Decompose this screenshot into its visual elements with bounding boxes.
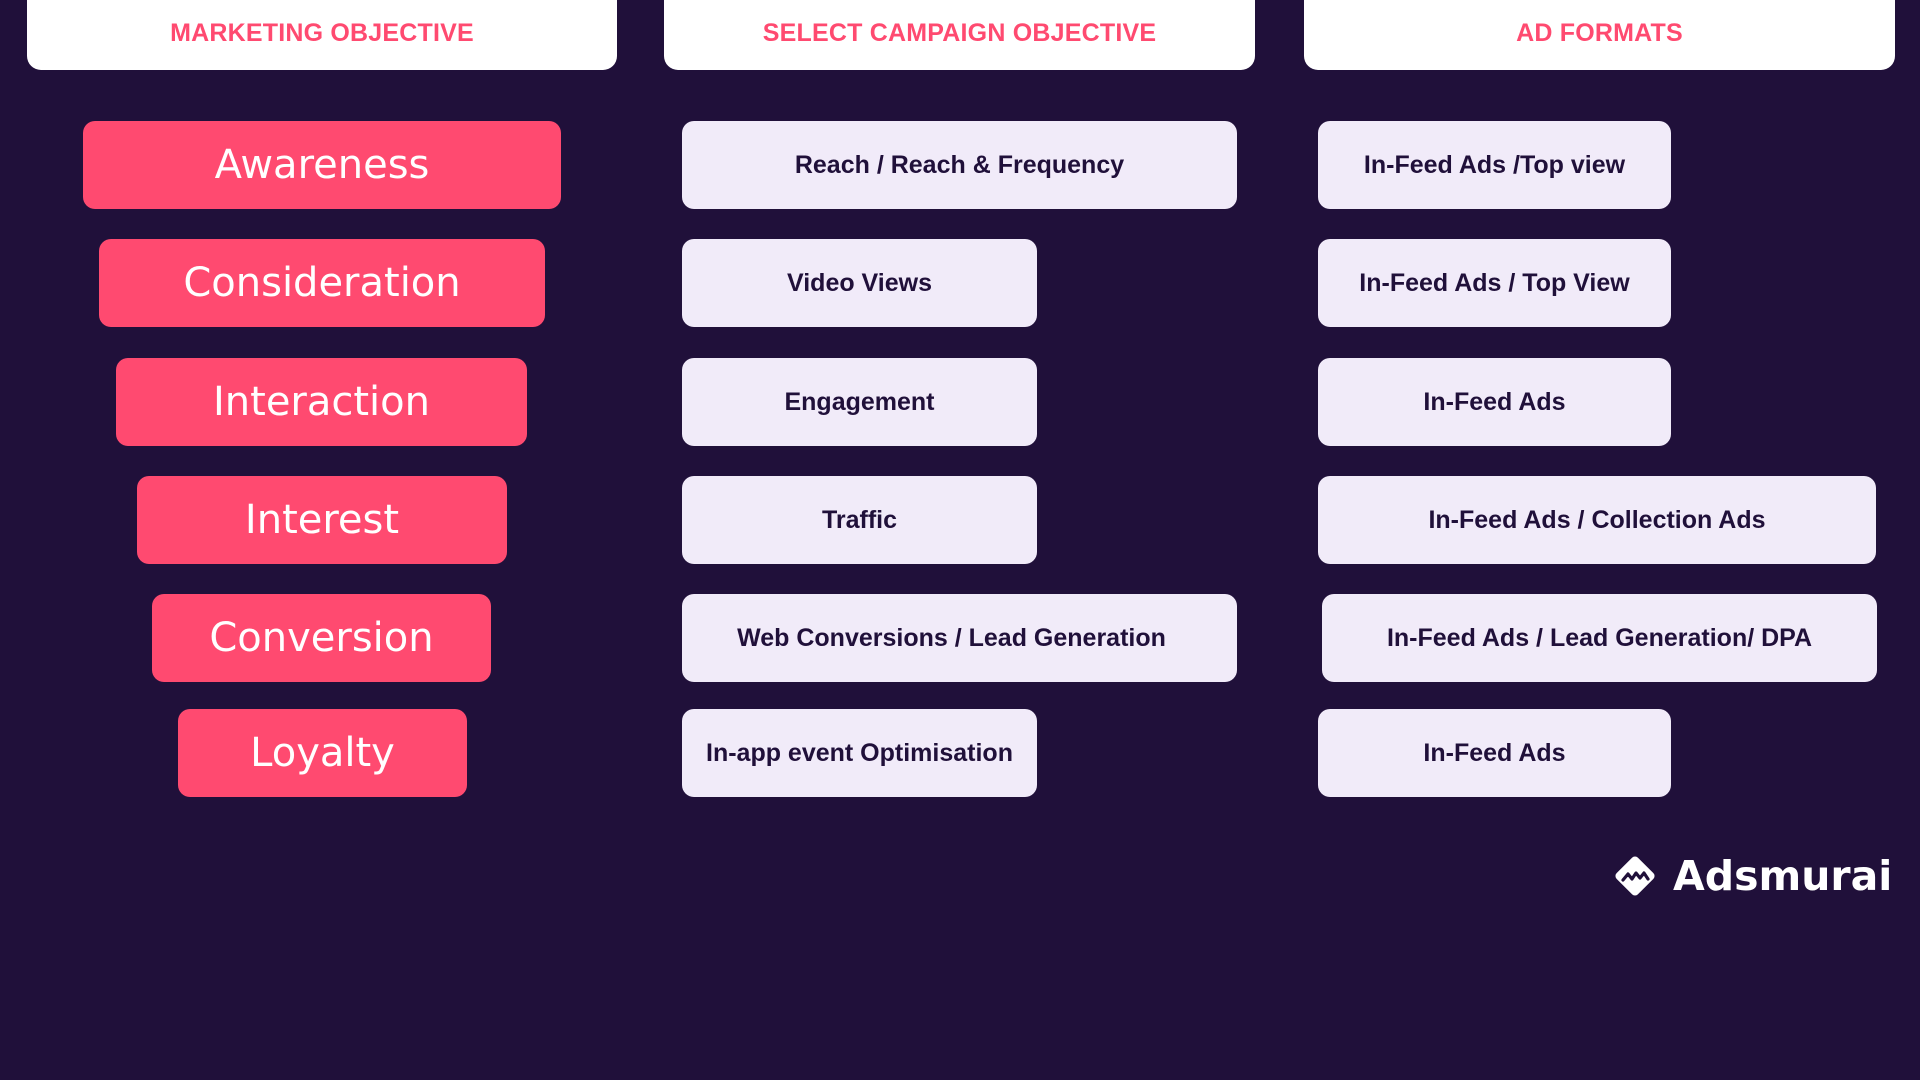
- campaign-objective-in-app-event: In-app event Optimisation: [682, 709, 1037, 797]
- header-marketing-objective: MARKETING OBJECTIVE: [27, 0, 617, 70]
- ad-format-label: In-Feed Ads: [1423, 387, 1566, 416]
- campaign-objective-label: In-app event Optimisation: [706, 738, 1013, 767]
- adsmurai-logo-text: Adsmurai: [1673, 852, 1893, 900]
- marketing-objective-label: Awareness: [214, 142, 430, 188]
- header-campaign-objective: SELECT CAMPAIGN OBJECTIVE: [664, 0, 1255, 70]
- campaign-objective-reach: Reach / Reach & Frequency: [682, 121, 1237, 209]
- campaign-objective-engagement: Engagement: [682, 358, 1037, 446]
- ad-format-label: In-Feed Ads /Top view: [1363, 150, 1626, 179]
- marketing-objective-interaction: Interaction: [116, 358, 527, 446]
- marketing-objective-awareness: Awareness: [83, 121, 561, 209]
- ad-format-collection-ads: In-Feed Ads / Collection Ads: [1318, 476, 1876, 564]
- marketing-objective-label: Interest: [244, 497, 400, 543]
- ad-format-label: In-Feed Ads / Lead Generation/ DPA: [1386, 623, 1813, 652]
- ad-format-in-feed-2: In-Feed Ads: [1318, 709, 1671, 797]
- adsmurai-diamond-icon: [1615, 856, 1655, 896]
- marketing-objective-interest: Interest: [137, 476, 507, 564]
- marketing-objective-label: Consideration: [183, 260, 461, 306]
- header-marketing-objective-label: MARKETING OBJECTIVE: [170, 19, 474, 47]
- campaign-objective-label: Engagement: [784, 387, 935, 416]
- marketing-objective-label: Interaction: [212, 379, 430, 425]
- ad-format-in-feed-top-view-2: In-Feed Ads / Top View: [1318, 239, 1671, 327]
- ad-format-label: In-Feed Ads / Collection Ads: [1428, 505, 1766, 534]
- campaign-objective-label: Video Views: [787, 268, 932, 297]
- marketing-objective-label: Conversion: [209, 615, 434, 661]
- ad-format-in-feed: In-Feed Ads: [1318, 358, 1671, 446]
- ad-format-label: In-Feed Ads: [1423, 738, 1566, 767]
- marketing-objective-loyalty: Loyalty: [178, 709, 467, 797]
- campaign-objective-label: Traffic: [821, 505, 898, 534]
- marketing-objective-consideration: Consideration: [99, 239, 545, 327]
- campaign-objective-web-conversions: Web Conversions / Lead Generation: [682, 594, 1237, 682]
- campaign-objective-traffic: Traffic: [682, 476, 1037, 564]
- ad-format-label: In-Feed Ads / Top View: [1359, 268, 1630, 297]
- header-ad-formats-label: AD FORMATS: [1516, 19, 1683, 47]
- ad-format-in-feed-top-view: In-Feed Ads /Top view: [1318, 121, 1671, 209]
- campaign-objective-video-views: Video Views: [682, 239, 1037, 327]
- campaign-objective-label: Web Conversions / Lead Generation: [737, 623, 1166, 652]
- header-campaign-objective-label: SELECT CAMPAIGN OBJECTIVE: [762, 19, 1157, 47]
- campaign-objective-label: Reach / Reach & Frequency: [794, 150, 1125, 179]
- marketing-objective-label: Loyalty: [250, 730, 395, 776]
- ad-format-lead-generation-dpa: In-Feed Ads / Lead Generation/ DPA: [1322, 594, 1877, 682]
- marketing-objective-conversion: Conversion: [152, 594, 491, 682]
- adsmurai-logo: Adsmurai: [1611, 851, 1892, 901]
- header-ad-formats: AD FORMATS: [1304, 0, 1895, 70]
